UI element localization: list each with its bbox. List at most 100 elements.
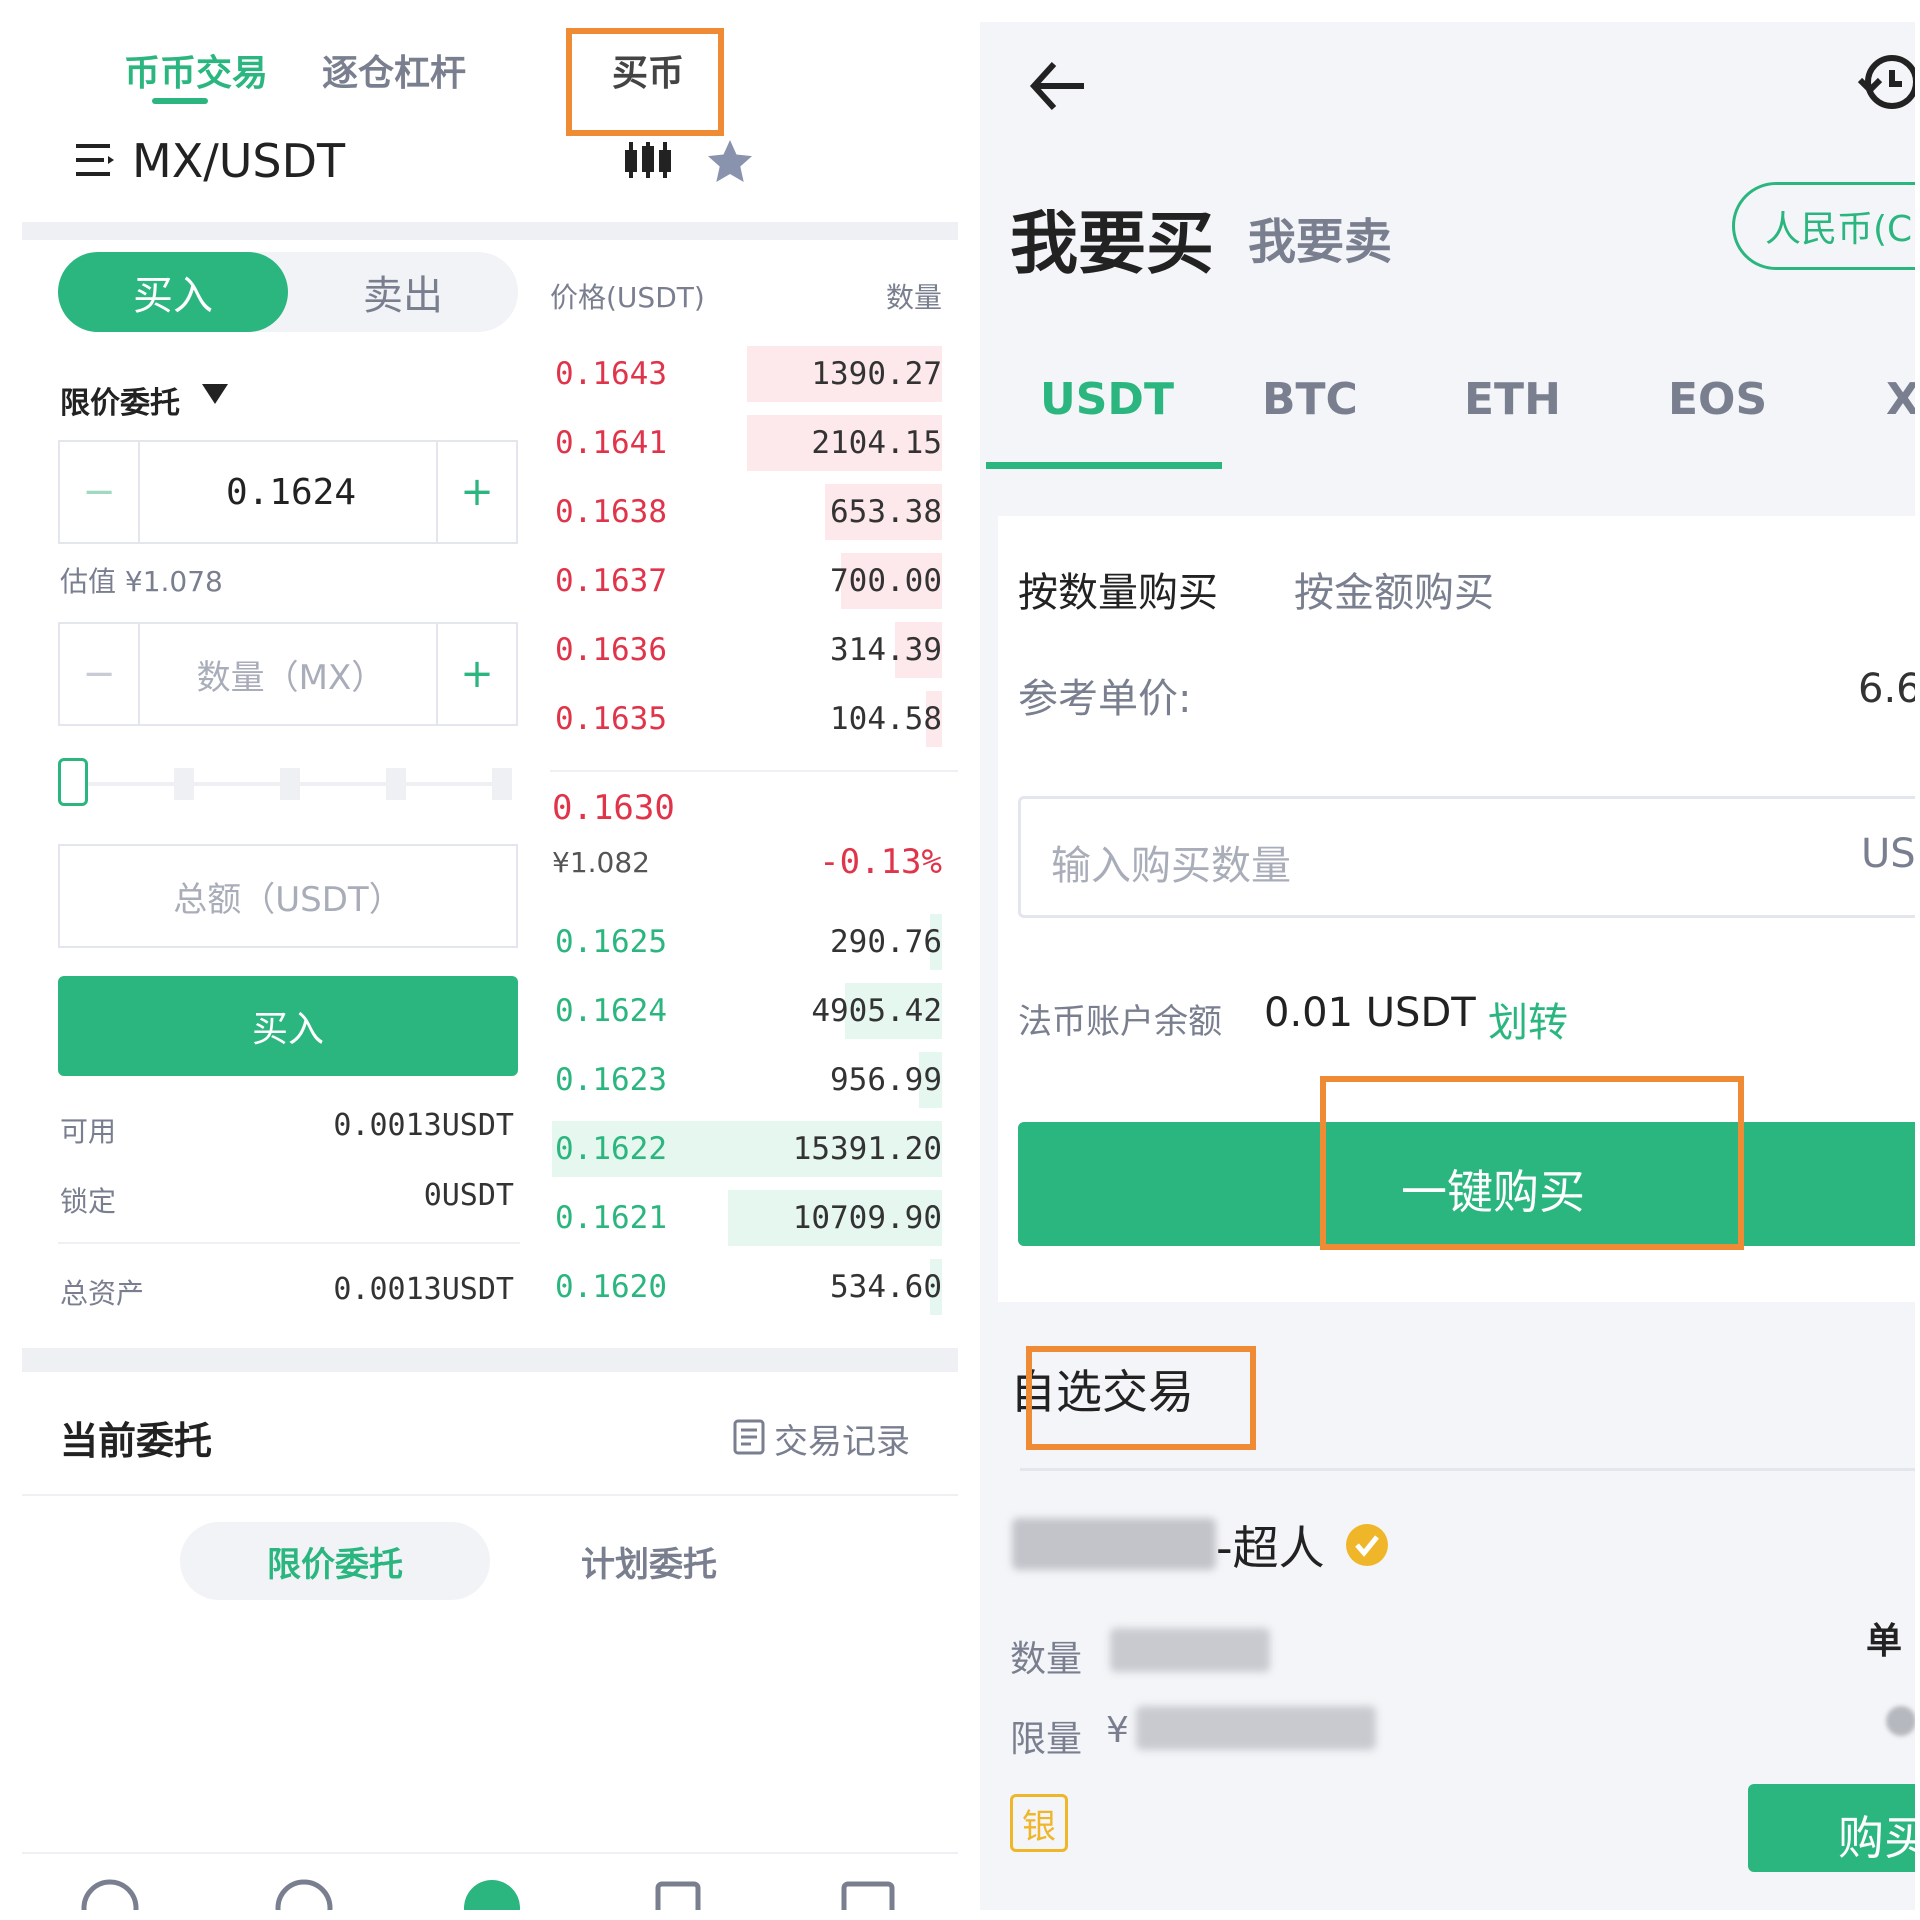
back-arrow-icon[interactable] bbox=[1028, 56, 1088, 116]
amount-slider[interactable] bbox=[58, 756, 518, 812]
ask-row[interactable]: 0.1635 104.58 bbox=[552, 691, 942, 747]
unit-price-label: 单 bbox=[1866, 1621, 1903, 1662]
tab-isolated-margin[interactable]: 逐仓杠杆 bbox=[322, 44, 466, 96]
ask-qty: 700.00 bbox=[830, 563, 942, 599]
ask-qty: 653.38 bbox=[830, 494, 942, 530]
bid-row[interactable]: 0.1623 956.99 bbox=[552, 1052, 942, 1108]
locked-value: 0USDT bbox=[423, 1178, 514, 1213]
highlight-box-p2p bbox=[1026, 1346, 1256, 1450]
sell-side-button[interactable]: 卖出 bbox=[288, 252, 518, 332]
buy-button[interactable]: 买入 bbox=[58, 976, 518, 1076]
highlight-box-buy-crypto bbox=[566, 28, 724, 136]
trade-records-link[interactable]: 交易记录 bbox=[774, 1414, 910, 1463]
limit-currency: ¥ bbox=[1106, 1710, 1129, 1751]
price-input[interactable]: 0.1624 bbox=[138, 442, 444, 542]
bid-price: 0.1623 bbox=[555, 1062, 667, 1098]
price-change: -0.13% bbox=[819, 842, 942, 882]
tab-i-want-buy[interactable]: 我要买 bbox=[1010, 188, 1214, 287]
orderbook-qty-header: 数量 bbox=[885, 281, 942, 314]
slider-handle[interactable] bbox=[58, 758, 88, 806]
quantity-decrease-button[interactable]: − bbox=[60, 624, 140, 724]
transfer-link[interactable]: 划转 bbox=[1488, 990, 1568, 1048]
quantity-input[interactable]: 数量（MX） bbox=[138, 624, 444, 724]
quantity-value-redacted bbox=[1110, 1628, 1270, 1672]
estimate-value: 估值 ¥1.078 bbox=[60, 565, 223, 598]
ask-row[interactable]: 0.1638 653.38 bbox=[552, 484, 942, 540]
divider bbox=[1020, 1468, 1915, 1471]
ask-row[interactable]: 0.1643 1390.27 bbox=[552, 346, 942, 402]
slider-tick bbox=[492, 768, 512, 800]
highlight-box-one-click-buy bbox=[1320, 1076, 1744, 1250]
slider-tick bbox=[280, 768, 300, 800]
mode-by-amount[interactable]: 按金额购买 bbox=[1294, 560, 1494, 618]
price-increase-button[interactable]: + bbox=[436, 442, 516, 542]
tab-spot-trading[interactable]: 币币交易 bbox=[124, 44, 268, 96]
total-assets-label: 总资产 bbox=[60, 1277, 145, 1310]
bid-qty: 290.76 bbox=[830, 924, 942, 960]
quantity-label: 数量 bbox=[1010, 1639, 1083, 1680]
menu-icon[interactable] bbox=[74, 140, 114, 180]
divider bbox=[58, 1242, 520, 1244]
coin-tab-usdt[interactable]: USDT bbox=[1040, 374, 1174, 425]
coin-tab-eth[interactable]: ETH bbox=[1464, 374, 1561, 425]
bid-price: 0.1624 bbox=[555, 993, 667, 1029]
buy-side-button[interactable]: 买入 bbox=[58, 252, 288, 332]
locked-label: 锁定 bbox=[60, 1185, 117, 1218]
mode-by-quantity[interactable]: 按数量购买 bbox=[1018, 560, 1218, 618]
fiat-balance-value: 0.01 USDT bbox=[1264, 990, 1476, 1036]
ask-price: 0.1643 bbox=[555, 356, 667, 392]
unit-price-value-redacted bbox=[1886, 1706, 1915, 1736]
tab-plan-orders[interactable]: 计划委托 bbox=[494, 1522, 804, 1600]
home-nav-icon[interactable] bbox=[78, 1876, 142, 1910]
reference-price-value: 6.6 bbox=[1858, 666, 1915, 712]
total-input[interactable]: 总额（USDT） bbox=[58, 844, 518, 948]
bid-qty: 10709.90 bbox=[792, 1200, 942, 1236]
ask-qty: 2104.15 bbox=[811, 425, 942, 461]
trade-nav-icon[interactable] bbox=[460, 1876, 524, 1910]
ask-price: 0.1641 bbox=[555, 425, 667, 461]
bid-row[interactable]: 0.1621 10709.90 bbox=[552, 1190, 942, 1246]
coin-tab-btc[interactable]: BTC bbox=[1262, 374, 1358, 425]
coin-tab-more[interactable]: X bbox=[1886, 374, 1915, 425]
records-icon[interactable] bbox=[732, 1418, 766, 1456]
ask-row[interactable]: 0.1641 2104.15 bbox=[552, 415, 942, 471]
tab-i-want-sell[interactable]: 我要卖 bbox=[1248, 202, 1392, 272]
divider bbox=[22, 1852, 958, 1854]
bid-row[interactable]: 0.1622 15391.20 bbox=[552, 1121, 942, 1177]
orderbook-price-header: 价格(USDT) bbox=[550, 281, 705, 314]
bid-row[interactable]: 0.1620 534.60 bbox=[552, 1259, 942, 1315]
caret-down-icon[interactable] bbox=[200, 382, 230, 406]
reference-price-label: 参考单价: bbox=[1018, 676, 1192, 722]
markets-nav-icon[interactable] bbox=[272, 1876, 336, 1910]
verified-badge-icon bbox=[1344, 1522, 1390, 1568]
purchase-quantity-input[interactable]: 输入购买数量 US bbox=[1018, 796, 1915, 918]
bid-price: 0.1625 bbox=[555, 924, 667, 960]
bid-row[interactable]: 0.1625 290.76 bbox=[552, 914, 942, 970]
current-orders-title: 当前委托 bbox=[60, 1419, 213, 1463]
quantity-increase-button[interactable]: + bbox=[436, 624, 516, 724]
assets-nav-icon[interactable] bbox=[836, 1876, 900, 1910]
orders-nav-icon[interactable] bbox=[648, 1876, 712, 1910]
pair-title[interactable]: MX/USDT bbox=[132, 134, 345, 188]
candlestick-chart-icon[interactable] bbox=[624, 140, 672, 180]
divider bbox=[22, 1348, 958, 1372]
bid-row[interactable]: 0.1624 4905.42 bbox=[552, 983, 942, 1039]
purchase-quantity-placeholder: 输入购买数量 bbox=[1051, 843, 1291, 889]
history-icon[interactable] bbox=[1857, 50, 1915, 114]
order-type-select[interactable]: 限价委托 bbox=[60, 378, 180, 422]
merchant-buy-label: 购买 bbox=[1838, 1811, 1915, 1865]
available-value: 0.0013USDT bbox=[333, 1108, 514, 1143]
merchant-buy-button[interactable]: 购买 bbox=[1748, 1784, 1915, 1872]
currency-select-button[interactable]: 人民币(C bbox=[1732, 182, 1915, 270]
bid-qty: 4905.42 bbox=[811, 993, 942, 1029]
coin-tab-eos[interactable]: EOS bbox=[1668, 374, 1767, 425]
ask-row[interactable]: 0.1636 314.39 bbox=[552, 622, 942, 678]
bid-qty: 956.99 bbox=[830, 1062, 942, 1098]
slider-tick bbox=[174, 768, 194, 800]
ask-qty: 1390.27 bbox=[811, 356, 942, 392]
price-decrease-button[interactable]: − bbox=[60, 442, 140, 542]
favorite-star-icon[interactable] bbox=[706, 138, 754, 184]
spot-trading-screen: 币币交易 逐仓杠杆 买币 MX/USDT 买入 卖出 限价委托 − 0.1624… bbox=[22, 0, 958, 1910]
tab-limit-orders[interactable]: 限价委托 bbox=[180, 1522, 490, 1600]
ask-row[interactable]: 0.1637 700.00 bbox=[552, 553, 942, 609]
